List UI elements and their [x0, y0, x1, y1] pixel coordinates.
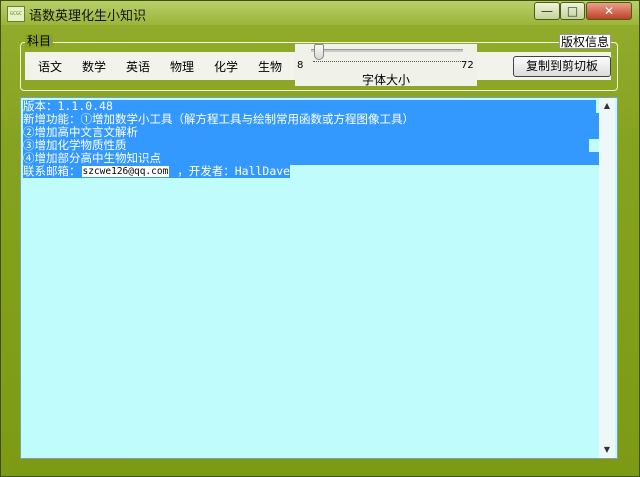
font-size-label: 字体大小	[361, 73, 410, 87]
vertical-scrollbar[interactable]	[599, 98, 615, 458]
font-size-slider-track[interactable]	[311, 49, 463, 52]
subject-math[interactable]: 数学	[82, 58, 106, 75]
subject-chinese[interactable]: 语文	[38, 58, 62, 75]
app-window: GCGC 语数英理化生小知识 — □ ✕ 科目 版权信息 语文 数学 英语 物理…	[0, 0, 640, 477]
slider-min-label: 8	[297, 60, 304, 71]
developer-text: ，开发者：HallDave	[170, 164, 291, 178]
app-icon: GCGC	[7, 6, 25, 22]
email-link[interactable]: szcwe126@qq.com	[80, 165, 171, 178]
subject-chemistry[interactable]: 化学	[214, 58, 238, 75]
slider-ticks	[313, 56, 463, 62]
copyright-button[interactable]: 版权信息	[559, 34, 611, 49]
font-size-slider-thumb[interactable]	[314, 44, 324, 60]
close-button[interactable]: ✕	[586, 2, 632, 20]
subject-group-label: 科目	[25, 34, 54, 48]
subject-physics[interactable]: 物理	[170, 58, 194, 75]
scroll-up-arrow-icon[interactable]: ▲	[599, 98, 615, 114]
contact-line: 联系邮箱： szcwe126@qq.com ，开发者：HallDave	[23, 164, 291, 178]
font-size-panel: 8 72 字体大小	[295, 44, 477, 87]
subject-bar: 语文 数学 英语 物理 化学 生物	[25, 52, 295, 80]
subject-biology[interactable]: 生物	[258, 58, 282, 75]
subject-english[interactable]: 英语	[126, 58, 150, 75]
content-textarea[interactable]: 版本：1.1.0.48 新增功能：①增加数学小工具（解方程工具与绘制常用函数或方…	[20, 97, 618, 459]
minimize-button[interactable]: —	[534, 2, 560, 20]
title-bar[interactable]: GCGC 语数英理化生小知识 — □ ✕	[1, 1, 639, 25]
contact-prefix: 联系邮箱：	[23, 164, 81, 178]
maximize-button[interactable]: □	[560, 2, 585, 20]
copy-to-clipboard-button[interactable]: 复制到剪切板	[513, 56, 611, 77]
slider-max-label: 72	[461, 60, 474, 71]
scroll-down-arrow-icon[interactable]: ▼	[599, 442, 615, 458]
window-title: 语数英理化生小知识	[29, 9, 147, 24]
